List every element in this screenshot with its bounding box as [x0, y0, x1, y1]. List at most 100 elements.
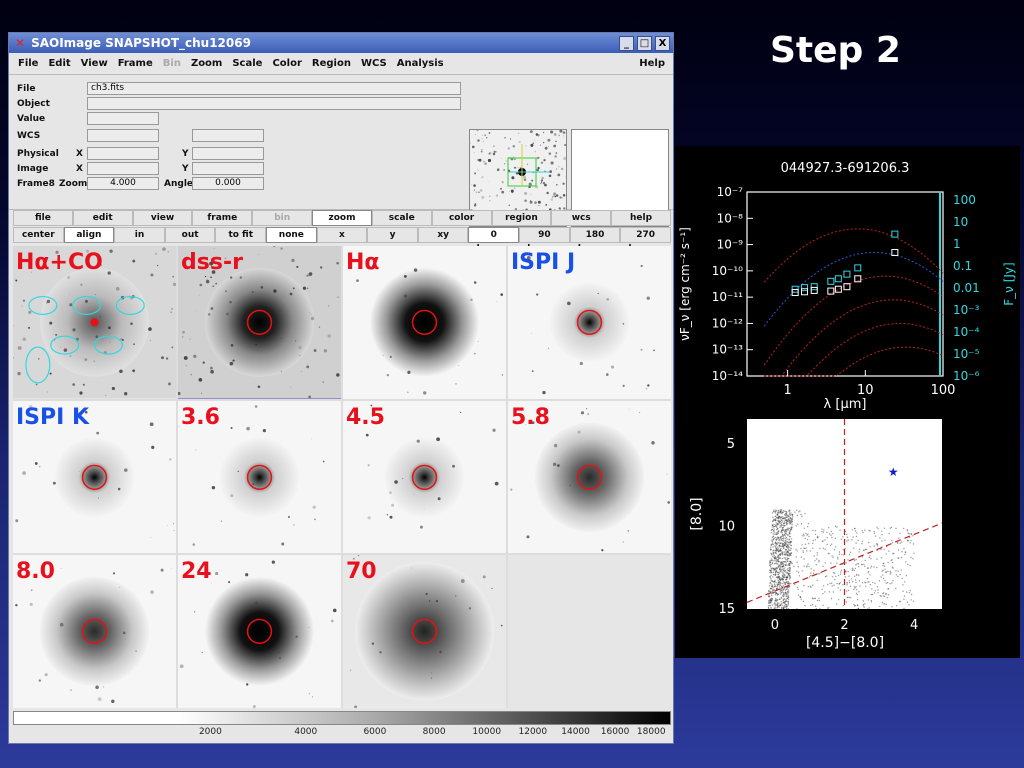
- cmd-point: [781, 520, 783, 522]
- cmd-point: [869, 584, 872, 586]
- button-to-fit[interactable]: to fit: [215, 227, 267, 243]
- button-270-degrees[interactable]: 270 degrees: [620, 227, 671, 254]
- cmd-point: [905, 575, 907, 577]
- frame-ispi-k[interactable]: ISPI K: [13, 400, 176, 554]
- button-view[interactable]: view: [132, 210, 193, 226]
- cmd-point: [786, 569, 788, 571]
- button-90-degrees[interactable]: 90 degrees: [519, 227, 570, 254]
- cmd-point: [778, 549, 781, 552]
- maximize-button[interactable]: □: [637, 35, 652, 51]
- cmd-point: [891, 542, 894, 544]
- frame-h[interactable]: Hα: [343, 246, 506, 399]
- button-scale[interactable]: scale: [371, 210, 432, 226]
- cmd-point: [877, 528, 879, 530]
- cmd-point: [778, 579, 781, 581]
- cmd-point: [774, 579, 776, 581]
- button-zoom[interactable]: zoom: [312, 210, 372, 226]
- menu-edit[interactable]: Edit: [48, 58, 70, 69]
- cmd-point: [788, 544, 790, 546]
- button-color[interactable]: color: [431, 210, 492, 226]
- cmd-point: [895, 587, 897, 590]
- cmd-point: [826, 531, 828, 534]
- button-file[interactable]: file: [13, 210, 73, 226]
- button-xy[interactable]: xy: [417, 227, 469, 243]
- cmd-point: [781, 524, 783, 526]
- cmd-point: [835, 575, 837, 578]
- frame-5-8[interactable]: 5.8: [508, 400, 671, 554]
- cmd-x-tick-label: 2: [840, 618, 848, 633]
- menu-region[interactable]: Region: [312, 58, 351, 69]
- button-in[interactable]: in: [114, 227, 165, 243]
- menu-color[interactable]: Color: [272, 58, 301, 69]
- cmd-point: [873, 566, 875, 568]
- frame-24[interactable]: 24: [178, 555, 341, 708]
- menu-bin[interactable]: Bin: [163, 58, 181, 69]
- cmd-point: [775, 592, 777, 595]
- button-bin[interactable]: bin: [252, 210, 313, 226]
- cmd-point: [890, 572, 892, 574]
- menu-zoom[interactable]: Zoom: [191, 58, 222, 69]
- cmd-point: [855, 535, 858, 538]
- wcs-x-field: [87, 129, 159, 142]
- cmd-point: [874, 582, 876, 584]
- frame-8-0[interactable]: 8.0: [13, 555, 176, 708]
- menu-frame[interactable]: Frame: [118, 58, 153, 69]
- menu-view[interactable]: View: [81, 58, 108, 69]
- cmd-point: [859, 585, 861, 587]
- button-edit[interactable]: edit: [72, 210, 133, 226]
- button-region[interactable]: region: [491, 210, 552, 226]
- sed-x-label: λ [μm]: [824, 397, 867, 412]
- menu-scale[interactable]: Scale: [232, 58, 262, 69]
- button-0-degrees[interactable]: 0 degrees: [468, 227, 520, 254]
- cmd-point: [806, 565, 808, 567]
- close-button[interactable]: X: [655, 35, 670, 51]
- frame-h-co[interactable]: Hα+CO: [13, 246, 176, 399]
- menu-wcs[interactable]: WCS: [361, 58, 387, 69]
- title-bar[interactable]: ✕ SAOImage SNAPSHOT_chu12069 _ □ X: [9, 33, 673, 53]
- frame-70[interactable]: 70: [343, 555, 506, 708]
- cmd-point: [770, 587, 772, 590]
- cmd-point: [787, 586, 790, 588]
- cmd-point: [832, 533, 834, 535]
- menu-help[interactable]: Help: [639, 58, 665, 69]
- frame-label: Hα: [346, 250, 380, 275]
- menu-analysis[interactable]: Analysis: [397, 58, 444, 69]
- cmd-point: [908, 604, 910, 606]
- cmd-point: [866, 578, 869, 580]
- cmd-point: [815, 608, 817, 610]
- cmd-point: [779, 564, 781, 567]
- button-x[interactable]: x: [316, 227, 368, 243]
- frame-dss-r[interactable]: dss-r: [178, 246, 341, 399]
- frame-4-5[interactable]: 4.5: [343, 400, 506, 554]
- button-out[interactable]: out: [164, 227, 216, 243]
- button-frame[interactable]: frame: [192, 210, 253, 226]
- button-align[interactable]: align: [63, 227, 115, 243]
- cmd-point: [838, 599, 840, 601]
- minimize-button[interactable]: _: [619, 35, 634, 51]
- colorbar[interactable]: [13, 711, 671, 725]
- cmd-point: [782, 535, 784, 537]
- sed-point: [834, 285, 842, 293]
- button-y[interactable]: y: [367, 227, 418, 243]
- frame-ispi-j[interactable]: ISPI J: [508, 246, 671, 399]
- button-none[interactable]: none: [266, 227, 317, 243]
- cmd-point: [817, 573, 820, 575]
- cmd-point: [779, 542, 782, 544]
- button-help[interactable]: help: [611, 210, 671, 226]
- cmd-point: [772, 555, 774, 558]
- button-center[interactable]: center: [13, 227, 64, 243]
- menu-file[interactable]: File: [18, 58, 38, 69]
- button-wcs[interactable]: wcs: [551, 210, 612, 226]
- cmd-point: [881, 601, 883, 603]
- cmd-point: [811, 597, 814, 599]
- cmd-point: [858, 580, 861, 582]
- button-180-degrees[interactable]: 180 degrees: [569, 227, 621, 254]
- cmd-point: [863, 563, 865, 565]
- frame-3-6[interactable]: 3.6: [178, 400, 341, 554]
- cmd-point: [771, 563, 774, 565]
- cmd-point: [782, 583, 784, 585]
- cmd-point: [778, 586, 781, 588]
- cmd-point: [771, 594, 773, 597]
- cmd-point: [787, 589, 789, 591]
- cmd-point: [780, 578, 782, 581]
